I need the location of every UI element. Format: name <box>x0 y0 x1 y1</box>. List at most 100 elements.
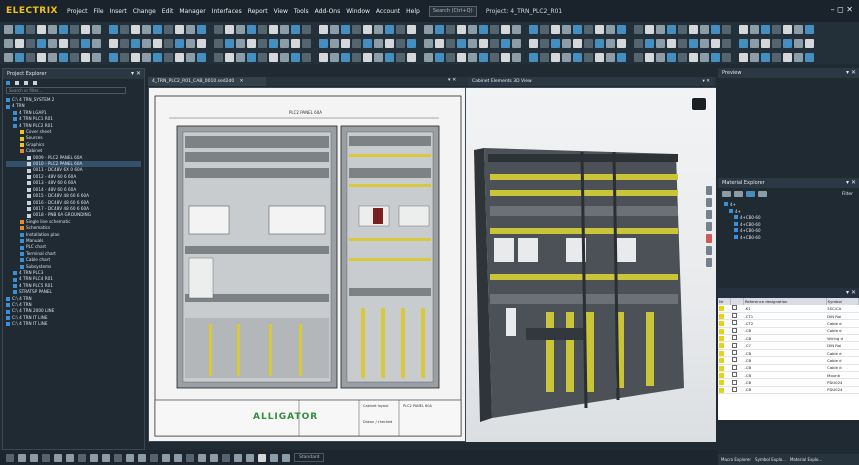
toolbar-tool-icon[interactable] <box>396 38 405 48</box>
toolbar-tool-icon[interactable] <box>197 38 206 48</box>
toolbar-tool-icon[interactable] <box>131 24 140 34</box>
bottom-tool-icon[interactable] <box>174 453 182 462</box>
new-page-icon[interactable] <box>15 81 19 85</box>
menu-change[interactable]: Change <box>130 8 159 15</box>
toolbar-tool-icon[interactable] <box>573 52 582 62</box>
toolbar-tool-icon[interactable] <box>435 38 444 48</box>
toolbar-tool-icon[interactable] <box>374 24 383 34</box>
toolbar-tool-icon[interactable] <box>330 52 339 62</box>
toolbar-tool-icon[interactable] <box>247 52 256 62</box>
toolbar-tool-icon[interactable] <box>214 24 223 34</box>
toolbar-tool-icon[interactable] <box>319 38 328 48</box>
toolbar-tool-icon[interactable] <box>656 24 665 34</box>
bottom-tool-icon[interactable] <box>150 453 158 462</box>
search-input[interactable]: Search (Ctrl+Q) <box>428 5 477 17</box>
toolbar-tool-icon[interactable] <box>59 24 68 34</box>
toolbar-tool-icon[interactable] <box>385 24 394 34</box>
toolbar-tool-icon[interactable] <box>330 24 339 34</box>
menu-tools[interactable]: Tools <box>291 8 312 15</box>
close-icon[interactable]: ▾ ✕ <box>131 69 141 79</box>
toolbar-tool-icon[interactable] <box>529 24 538 34</box>
toolbar-tool-icon[interactable] <box>700 24 709 34</box>
toolbar-tool-icon[interactable] <box>269 52 278 62</box>
toolbar-tool-icon[interactable] <box>330 38 339 48</box>
toolbar-tool-icon[interactable] <box>120 24 129 34</box>
toolbar-tool-icon[interactable] <box>175 24 184 34</box>
toolbar-tool-icon[interactable] <box>109 38 118 48</box>
toolbar-tool-icon[interactable] <box>197 52 206 62</box>
tree-icon[interactable] <box>746 191 755 197</box>
toolbar-tool-icon[interactable] <box>92 38 101 48</box>
toolbar-tool-icon[interactable] <box>396 24 405 34</box>
toolbar-tool-icon[interactable] <box>424 52 433 62</box>
toolbar-tool-icon[interactable] <box>617 52 626 62</box>
toolbar-tool-icon[interactable] <box>81 24 90 34</box>
toolbar-tool-icon[interactable] <box>280 38 289 48</box>
bottom-tool-icon[interactable] <box>222 453 230 462</box>
toolbar-tool-icon[interactable] <box>164 24 173 34</box>
toolbar-tool-icon[interactable] <box>291 24 300 34</box>
toolbar-tool-icon[interactable] <box>501 24 510 34</box>
toolbar-tool-icon[interactable] <box>468 24 477 34</box>
toolbar-tool-icon[interactable] <box>540 24 549 34</box>
toolbar-tool-icon[interactable] <box>59 38 68 48</box>
toolbar-tool-icon[interactable] <box>15 52 24 62</box>
toolbar-tool-icon[interactable] <box>48 52 57 62</box>
toolbar-tool-icon[interactable] <box>689 24 698 34</box>
bottom-tool-icon[interactable] <box>198 453 206 462</box>
toolbar-tool-icon[interactable] <box>606 52 615 62</box>
toolbar-tool-icon[interactable] <box>142 24 151 34</box>
bottom-tool-icon[interactable] <box>210 453 218 462</box>
refresh-icon[interactable] <box>734 191 743 197</box>
toolbar-tool-icon[interactable] <box>247 38 256 48</box>
toolbar-tool-icon[interactable] <box>247 24 256 34</box>
toolbar-tool-icon[interactable] <box>385 52 394 62</box>
toolbar-tool-icon[interactable] <box>805 52 814 62</box>
tab-macro-explorer[interactable]: Macro Explorer <box>721 454 751 465</box>
menu-insert[interactable]: Insert <box>107 8 130 15</box>
toolbar-tool-icon[interactable] <box>711 52 720 62</box>
toolbar-tool-icon[interactable] <box>4 38 13 48</box>
tab-3d-view[interactable]: Cabinet Elements 3D View ▾ ✕ <box>468 77 714 86</box>
toolbar-tool-icon[interactable] <box>175 38 184 48</box>
toolbar-tool-icon[interactable] <box>214 38 223 48</box>
toolbar-tool-icon[interactable] <box>783 38 792 48</box>
toolbar-tool-icon[interactable] <box>540 38 549 48</box>
toolbar-tool-icon[interactable] <box>573 24 582 34</box>
toolbar-tool-icon[interactable] <box>175 52 184 62</box>
toolbar-tool-icon[interactable] <box>551 24 560 34</box>
measure-icon[interactable] <box>706 258 712 267</box>
material-tree-item[interactable]: 4+CB0-60 <box>724 234 853 242</box>
toolbar-tool-icon[interactable] <box>689 38 698 48</box>
toolbar-tool-icon[interactable] <box>131 38 140 48</box>
toolbar-tool-icon[interactable] <box>739 38 748 48</box>
toolbar-tool-icon[interactable] <box>512 24 521 34</box>
toolbar-tool-icon[interactable] <box>772 52 781 62</box>
toolbar-tool-icon[interactable] <box>584 38 593 48</box>
close-icon[interactable]: ▾ ✕ <box>846 288 856 298</box>
toolbar-tool-icon[interactable] <box>120 52 129 62</box>
toolbar-tool-icon[interactable] <box>236 24 245 34</box>
refresh-icon[interactable] <box>24 81 28 85</box>
menu-file[interactable]: File <box>91 8 107 15</box>
toolbar-tool-icon[interactable] <box>551 52 560 62</box>
menu-edit[interactable]: Edit <box>159 8 177 15</box>
menu-addons[interactable]: Add-Ons <box>312 8 344 15</box>
table-row[interactable]: -CB Cable d <box>718 327 859 336</box>
toolbar-tool-icon[interactable] <box>280 24 289 34</box>
table-row[interactable]: -CB Cable d <box>718 349 859 358</box>
section-icon[interactable] <box>706 234 712 243</box>
pan-icon[interactable] <box>706 198 712 207</box>
toolbar-tool-icon[interactable] <box>606 38 615 48</box>
bottom-tool-icon[interactable] <box>246 453 254 462</box>
toolbar-tool-icon[interactable] <box>645 52 654 62</box>
toolbar-tool-icon[interactable] <box>424 38 433 48</box>
toolbar-tool-icon[interactable] <box>678 52 687 62</box>
toolbar-tool-icon[interactable] <box>645 38 654 48</box>
toolbar-tool-icon[interactable] <box>529 38 538 48</box>
toolbar-tool-icon[interactable] <box>700 38 709 48</box>
open-icon[interactable] <box>33 81 37 85</box>
table-row[interactable]: -CT2 Cable d <box>718 319 859 328</box>
toolbar-tool-icon[interactable] <box>562 52 571 62</box>
toolbar-tool-icon[interactable] <box>81 38 90 48</box>
